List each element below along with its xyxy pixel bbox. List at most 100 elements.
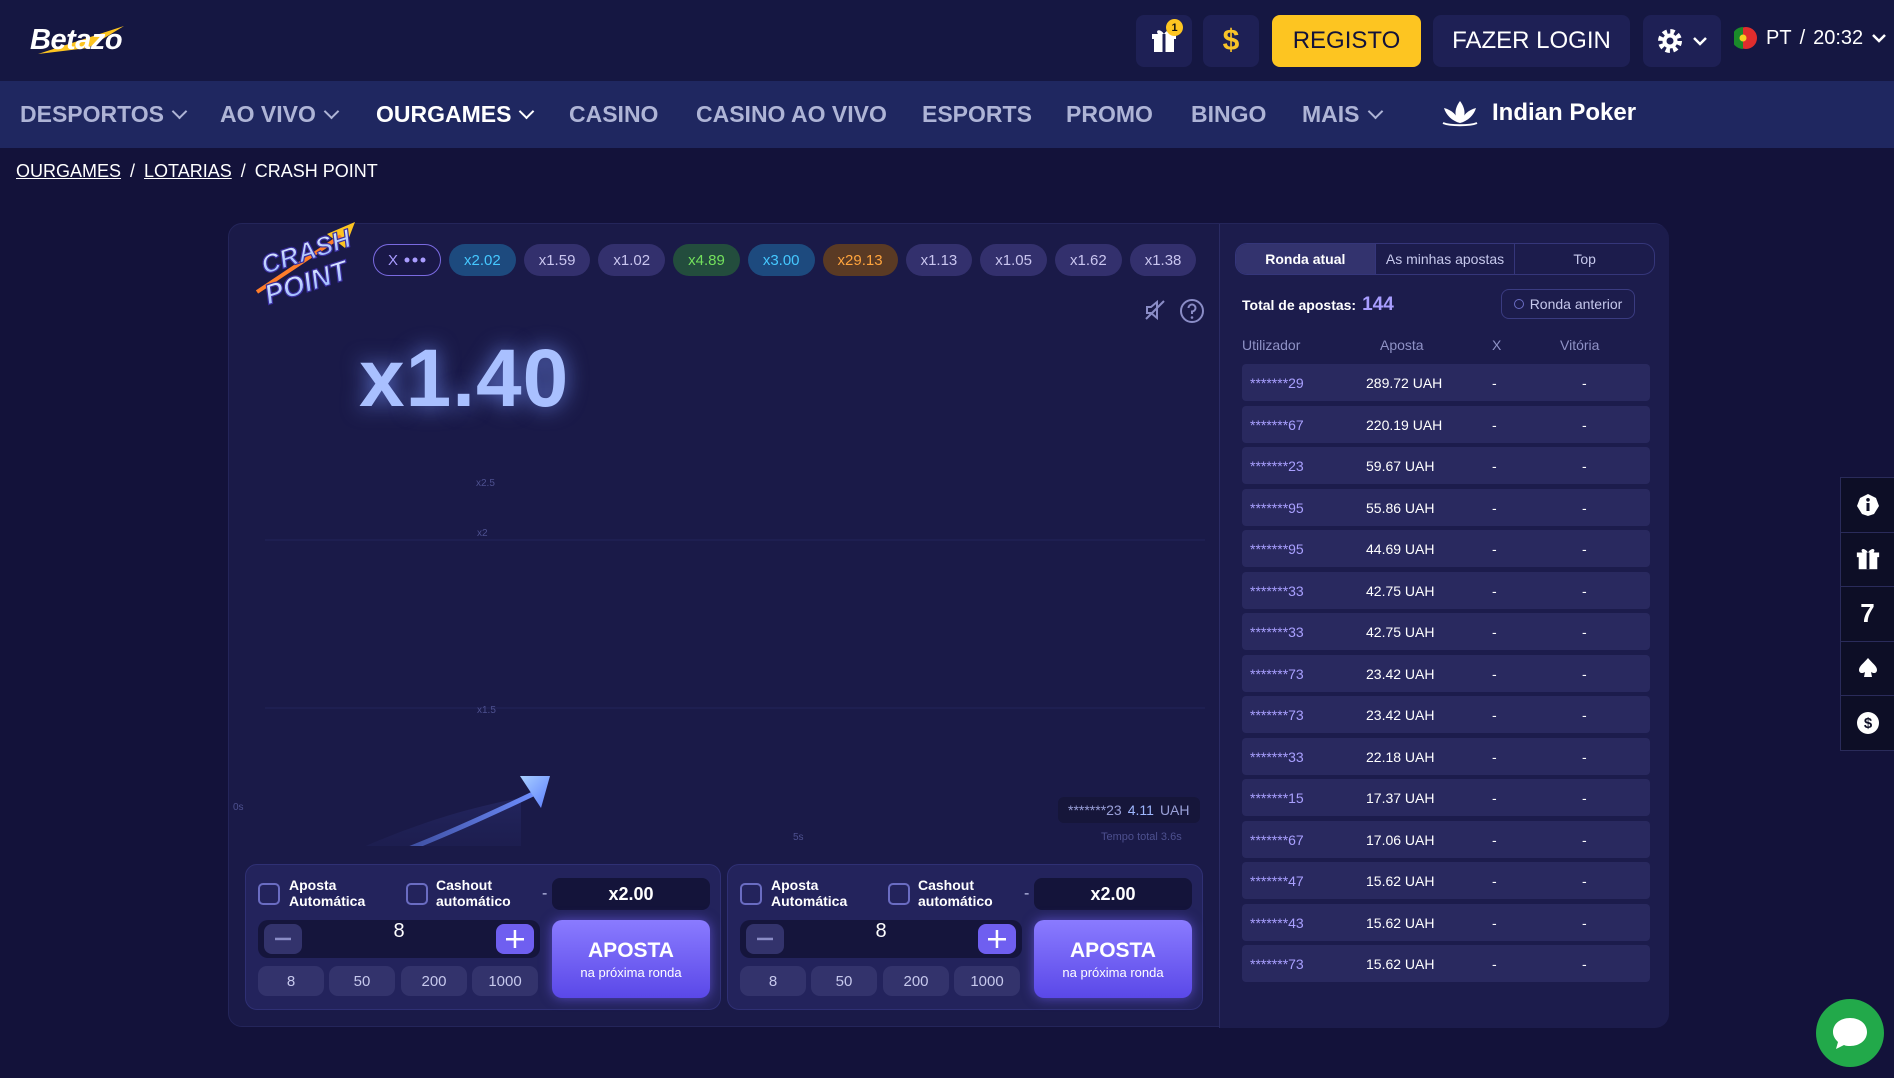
- deposit-button[interactable]: $: [1203, 15, 1259, 67]
- decrease-button[interactable]: [746, 924, 784, 954]
- breadcrumb-lotarias[interactable]: LOTARIAS: [144, 161, 232, 182]
- place-bet-button[interactable]: APOSTA na próxima ronda: [552, 920, 710, 998]
- quick-amount-button[interactable]: 50: [811, 966, 877, 996]
- history-more-button[interactable]: X: [373, 244, 442, 276]
- auto-bet-label: Aposta Automática: [771, 877, 848, 909]
- row-win: -: [1582, 914, 1587, 931]
- bet-button-sublabel: na próxima ronda: [580, 964, 682, 980]
- language-time-selector[interactable]: PT / 20:32: [1734, 26, 1887, 50]
- row-x: -: [1492, 499, 1497, 516]
- settings-button[interactable]: [1643, 15, 1721, 67]
- quick-amount-button[interactable]: 8: [258, 966, 324, 996]
- breadcrumb: OURGAMES / LOTARIAS / CRASH POINT: [16, 161, 378, 182]
- side-widgets: 7 $: [1840, 477, 1894, 751]
- register-button[interactable]: REGISTO: [1272, 15, 1421, 67]
- chevron-down-icon: [1693, 37, 1707, 46]
- tab-my-bets[interactable]: As minhas apostas: [1374, 244, 1515, 274]
- tab-top[interactable]: Top: [1514, 244, 1654, 274]
- previous-round-button[interactable]: Ronda anterior: [1501, 289, 1635, 319]
- decrease-button[interactable]: [264, 924, 302, 954]
- auto-bet-checkbox[interactable]: [740, 883, 762, 905]
- place-bet-button[interactable]: APOSTA na próxima ronda: [1034, 920, 1192, 998]
- chat-button[interactable]: [1816, 999, 1884, 1067]
- nav-item-mais[interactable]: MAIS: [1302, 101, 1383, 128]
- breadcrumb-ourgames[interactable]: OURGAMES: [16, 161, 121, 182]
- auto-cashout-checkbox[interactable]: [406, 883, 428, 905]
- nav-item-esports[interactable]: ESPORTS: [922, 101, 1032, 128]
- crash-point-logo: CRASH POINT: [255, 222, 356, 311]
- nav-item-ourgames[interactable]: OURGAMES: [376, 101, 535, 128]
- row-win: -: [1582, 541, 1587, 557]
- row-x: -: [1492, 873, 1497, 889]
- bonus-button[interactable]: [1841, 533, 1894, 587]
- row-x: -: [1492, 748, 1497, 765]
- nav-label: PROMO: [1066, 101, 1153, 127]
- auto-cashout-checkbox[interactable]: [888, 883, 910, 905]
- bets-table-header: Utilizador Aposta X Vitória: [1242, 337, 1654, 357]
- lang-separator: /: [1799, 26, 1806, 49]
- tab-current-round[interactable]: Ronda atual: [1236, 244, 1375, 274]
- table-row: *******47 15.62 UAH - -: [1242, 862, 1650, 899]
- history-icon: [1513, 299, 1524, 309]
- nav-label: BINGO: [1191, 101, 1267, 127]
- row-user: *******67: [1250, 831, 1304, 848]
- table-row: *******23 59.67 UAH - -: [1242, 447, 1650, 484]
- row-x: -: [1492, 956, 1497, 972]
- table-row: *******15 17.37 UAH - -: [1242, 779, 1650, 816]
- nav-item-desportos[interactable]: DESPORTOS: [20, 101, 188, 128]
- increase-button[interactable]: [496, 924, 534, 954]
- history-chip: x29.13: [822, 244, 898, 276]
- breadcrumb-separator: /: [240, 161, 246, 181]
- last-win-currency: UAH: [1159, 802, 1190, 818]
- info-icon: [1856, 493, 1879, 516]
- table-row: *******73 23.42 UAH - -: [1242, 696, 1650, 733]
- nav-item-promo[interactable]: PROMO: [1066, 101, 1153, 128]
- betazo-logo[interactable]: Betazo: [28, 20, 128, 60]
- quick-amount-button[interactable]: 200: [401, 966, 467, 996]
- auto-cashout-label: Cashout automático: [918, 877, 993, 909]
- poker-button[interactable]: [1841, 642, 1894, 696]
- auto-cashout-input[interactable]: x2.00: [552, 878, 710, 910]
- nav-item-bingo[interactable]: BINGO: [1191, 101, 1266, 128]
- login-button[interactable]: FAZER LOGIN: [1433, 15, 1630, 67]
- history-chip: x1.62: [1054, 244, 1122, 276]
- auto-bet-checkbox[interactable]: [258, 883, 280, 905]
- nav-item-ao-vivo[interactable]: AO VIVO: [220, 101, 340, 128]
- quick-amount-button[interactable]: 8: [740, 966, 806, 996]
- quick-amount-button[interactable]: 200: [883, 966, 949, 996]
- nav-label: DESPORTOS: [20, 101, 164, 127]
- quick-amount-button[interactable]: 50: [329, 966, 395, 996]
- logo-text: Betazo: [30, 24, 123, 56]
- last-win-user: *******23: [1068, 802, 1122, 818]
- chevron-down-icon: [171, 103, 188, 120]
- round-panel: Ronda atual As minhas apostas Top Total …: [1219, 224, 1669, 1028]
- nav-item-indian-poker[interactable]: Indian Poker: [1440, 99, 1636, 127]
- gift-button[interactable]: 1: [1136, 15, 1192, 67]
- nav-item-casino[interactable]: CASINO: [569, 101, 658, 128]
- dollar-coin-icon: $: [1856, 712, 1879, 735]
- row-win: -: [1582, 831, 1587, 848]
- auto-cashout-input[interactable]: x2.00: [1034, 878, 1192, 910]
- nav-item-casino-ao-vivo[interactable]: CASINO AO VIVO: [696, 101, 887, 128]
- info-button[interactable]: [1841, 478, 1894, 533]
- increase-button[interactable]: [978, 924, 1016, 954]
- round-tabs: Ronda atual As minhas apostas Top: [1235, 243, 1655, 275]
- row-user: *******23: [1250, 458, 1304, 474]
- table-row: *******33 22.18 UAH - -: [1242, 737, 1650, 775]
- lotus-icon: [1442, 101, 1478, 127]
- row-user: *******33: [1250, 748, 1304, 765]
- seven-icon[interactable]: 7: [1841, 587, 1894, 642]
- cashback-button[interactable]: $: [1841, 696, 1894, 751]
- col-user: Utilizador: [1242, 337, 1301, 353]
- bet-panel-1: Aposta Automática Cashout automático - x…: [245, 864, 721, 1010]
- quick-amount-button[interactable]: 1000: [954, 966, 1020, 996]
- bet-button-label: APOSTA: [588, 938, 674, 962]
- row-x: -: [1492, 541, 1497, 557]
- current-multiplier: x1.40: [359, 333, 570, 424]
- col-x: X: [1492, 337, 1502, 353]
- chevron-down-icon: [1367, 103, 1383, 120]
- quick-amount-button[interactable]: 1000: [472, 966, 538, 996]
- row-amount: 22.18 UAH: [1366, 748, 1435, 765]
- row-win: -: [1582, 375, 1587, 391]
- row-win: -: [1582, 458, 1587, 474]
